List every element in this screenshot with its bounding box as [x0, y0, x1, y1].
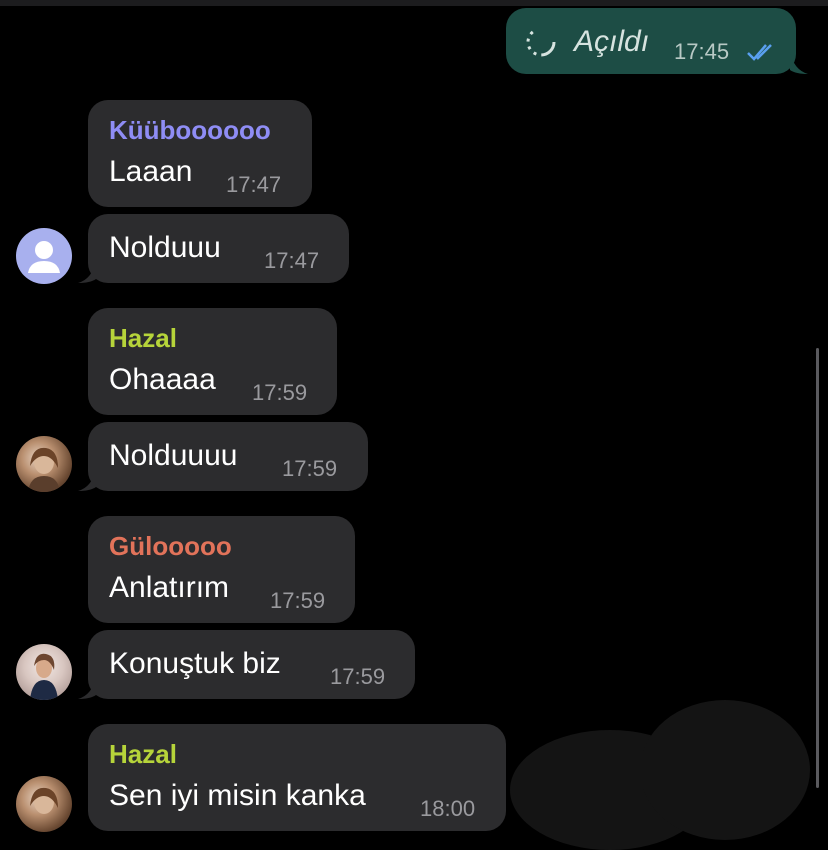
message-bubble[interactable]: Nolduuuu 17:59	[88, 422, 368, 491]
gulooo-photo-avatar[interactable]	[16, 644, 72, 700]
loading-icon	[526, 27, 556, 57]
top-divider	[0, 0, 828, 6]
profile-photo-icon	[30, 787, 58, 814]
message-text: Laaan	[109, 155, 193, 188]
message-text: Nolduuuu	[109, 439, 238, 472]
message-text: Ohaaaa	[109, 363, 216, 396]
message-text: Konuştuk biz	[109, 647, 281, 680]
hazal-photo-avatar[interactable]	[16, 776, 72, 832]
incoming-bubble-tail	[78, 469, 96, 491]
message-time: 17:47	[226, 172, 282, 197]
incoming-bubble-tail	[78, 677, 96, 699]
message-bubble[interactable]: Konuştuk biz 17:59	[88, 630, 415, 699]
message-text: Sen iyi misin kanka	[109, 779, 366, 812]
profile-photo-icon	[30, 653, 58, 700]
outgoing-message-bubble[interactable]: Açıldı 17:45	[506, 8, 796, 74]
hazal-photo-avatar[interactable]	[16, 436, 72, 492]
user-silhouette-icon	[28, 241, 60, 273]
message-bubble[interactable]: Hazal Ohaaaa 17:59	[88, 308, 337, 415]
message-bubble[interactable]: Nolduuu 17:47	[88, 214, 349, 283]
message-time: 17:47	[264, 248, 320, 273]
double-check-icon	[747, 44, 772, 61]
outgoing-message-time: 17:45	[674, 39, 730, 64]
message-bubble[interactable]: Küüboooooo Laaan 17:47	[88, 100, 312, 207]
sender-name: Gülooooo	[109, 531, 232, 561]
incoming-bubble-tail	[78, 261, 96, 283]
message-text: Anlatırım	[109, 571, 230, 604]
message-time: 17:59	[282, 456, 338, 481]
message-time: 18:00	[420, 796, 476, 821]
sender-name: Küüboooooo	[109, 115, 271, 145]
message-bubble[interactable]: Gülooooo Anlatırım 17:59	[88, 516, 355, 623]
message-time: 17:59	[270, 588, 326, 613]
chat-scrollbar[interactable]	[816, 348, 819, 788]
message-text: Nolduuu	[109, 231, 221, 264]
outgoing-message-text: Açıldı	[574, 25, 650, 58]
default-user-avatar[interactable]	[16, 228, 72, 284]
message-time: 17:59	[330, 664, 386, 689]
profile-photo-icon	[28, 447, 60, 492]
sender-name: Hazal	[109, 739, 177, 769]
outgoing-bubble-tail	[790, 52, 808, 74]
message-time: 17:59	[252, 380, 308, 405]
sender-name: Hazal	[109, 323, 177, 353]
message-bubble[interactable]: Hazal Sen iyi misin kanka 18:00	[88, 724, 506, 831]
background-wallpaper-shape	[640, 700, 810, 840]
